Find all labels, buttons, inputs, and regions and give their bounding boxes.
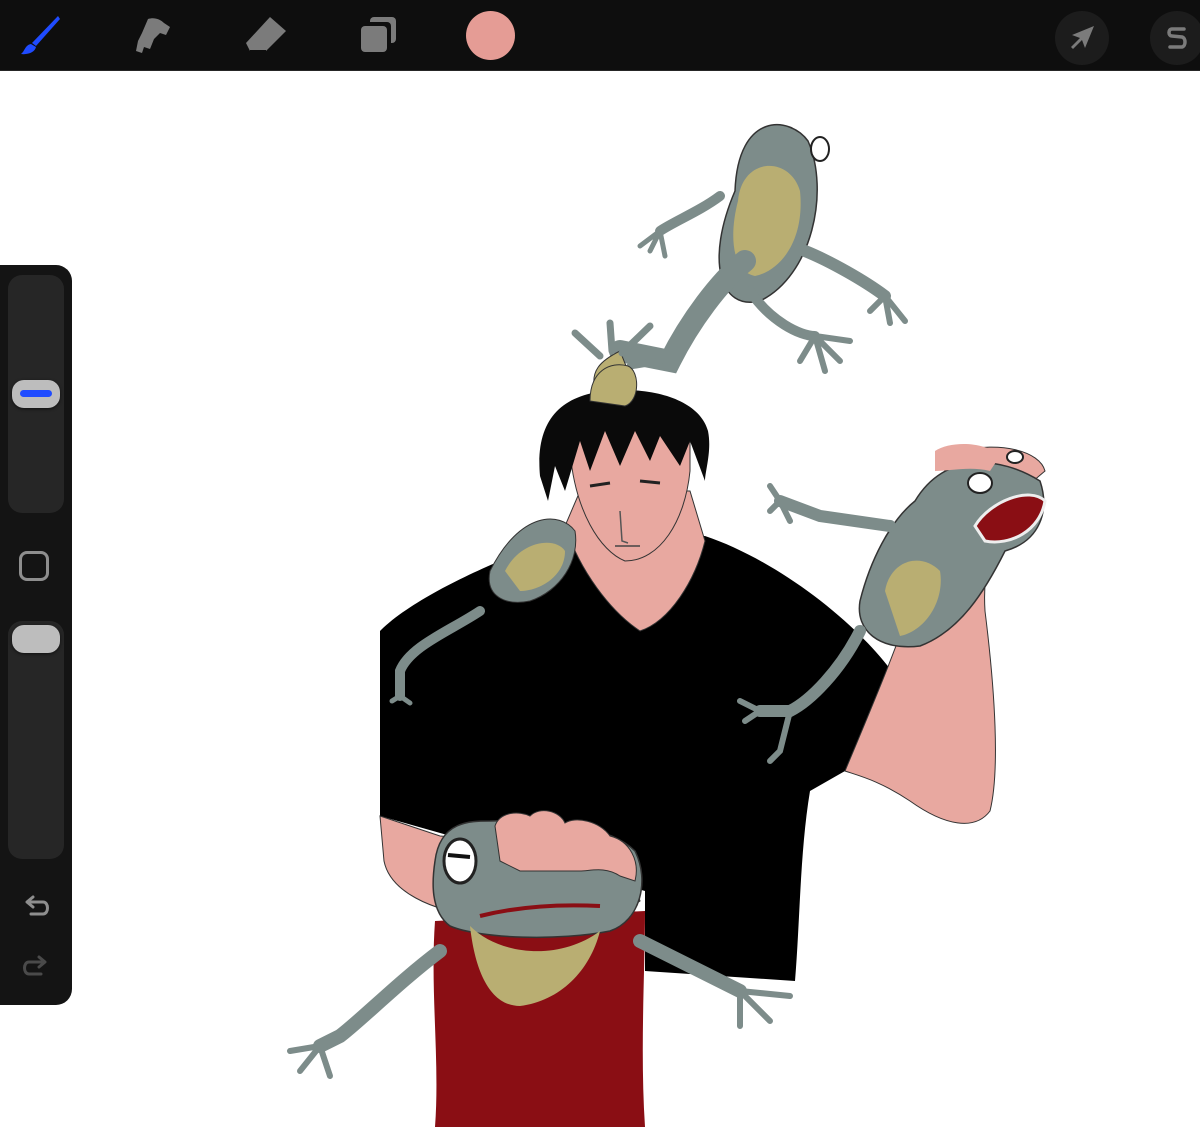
paint-brush-icon[interactable] [14,9,66,61]
layers-icon[interactable] [352,9,404,61]
brush-size-slider[interactable] [8,275,64,513]
brush-size-thumb[interactable] [12,380,60,408]
brush-opacity-slider[interactable] [8,621,64,859]
arrow-icon[interactable] [1055,11,1109,65]
square-icon[interactable] [19,551,49,581]
color-swatch[interactable] [466,11,515,60]
top-toolbar [0,0,1200,71]
eraser-icon[interactable] [240,9,292,61]
side-toolbar [0,265,72,1005]
red-cloth [433,911,645,1127]
selection-icon[interactable] [1150,11,1200,65]
smudge-icon[interactable] [126,9,178,61]
brush-opacity-thumb[interactable] [12,625,60,653]
brush-size-indicator [20,390,52,397]
drawing-canvas[interactable] [0,71,1200,1127]
undo-icon[interactable] [16,887,56,927]
frog-flying [571,123,908,397]
redo-icon[interactable] [16,947,56,987]
